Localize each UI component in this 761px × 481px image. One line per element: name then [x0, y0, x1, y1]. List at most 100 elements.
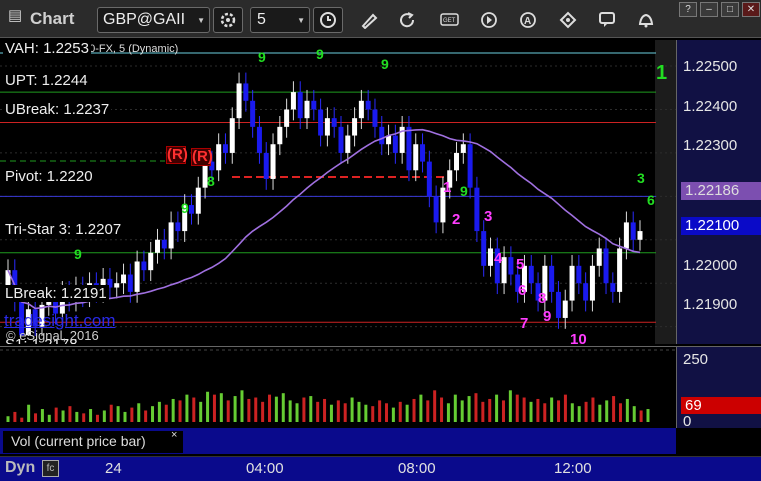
time-label: 08:00	[398, 460, 436, 477]
volume-plot[interactable]	[0, 346, 676, 428]
countdown-number: 1	[443, 179, 452, 196]
volume-chart	[0, 349, 676, 422]
volume-bar	[577, 406, 581, 422]
time-axis[interactable]: Dyn fc 24 04:00 08:00 12:00	[0, 456, 761, 481]
time-frame-button[interactable]	[313, 7, 343, 33]
refresh-icon[interactable]	[398, 11, 418, 29]
close-icon[interactable]: ×	[171, 429, 177, 441]
tag-icon[interactable]	[558, 11, 578, 29]
interval-selector[interactable]: 5 ▼	[250, 7, 310, 33]
setup-digit: 6	[647, 192, 655, 208]
volume-bar	[453, 394, 457, 422]
volume-bar	[240, 390, 244, 422]
volume-bar	[433, 390, 437, 422]
price-tick: 1.21900	[683, 296, 738, 313]
session-shade	[655, 40, 676, 344]
volume-bar	[550, 397, 554, 422]
setup-digit: 9	[74, 246, 82, 262]
chevron-down-icon[interactable]: ▼	[197, 16, 205, 25]
symbol-value: GBP@GAII	[103, 11, 186, 28]
candle-body	[188, 205, 194, 214]
volume-bar	[75, 411, 79, 422]
volume-tick: 0	[683, 413, 692, 430]
candle-body	[311, 100, 317, 110]
pencil-icon[interactable]	[359, 11, 379, 29]
volume-bar	[261, 401, 265, 422]
candle-body	[114, 283, 120, 288]
candle-body	[229, 118, 235, 153]
settings-gear-icon	[220, 12, 236, 28]
volume-bar	[130, 407, 134, 422]
candle-body	[358, 100, 364, 119]
close-button[interactable]: ✕	[742, 2, 760, 17]
volume-bar	[570, 403, 574, 422]
candle-body	[161, 239, 167, 249]
minimize-button[interactable]: –	[700, 2, 718, 17]
last-price-badge: 1.22100	[681, 217, 761, 235]
volume-study-label[interactable]: Vol (current price bar)	[3, 431, 183, 453]
countdown-number: 5	[516, 256, 525, 273]
volume-bar	[543, 403, 547, 422]
volume-bar	[364, 404, 368, 422]
volume-bar	[20, 417, 24, 422]
volume-bar	[646, 409, 650, 422]
candle-body	[168, 222, 174, 249]
dynamic-toggle-icon[interactable]: fc	[42, 460, 59, 477]
setup-digit: 9	[316, 46, 324, 62]
volume-bar	[27, 404, 31, 422]
candle-body	[555, 291, 561, 318]
volume-bar	[47, 414, 51, 422]
level-label-vah: VAH: 1.2253	[3, 40, 91, 57]
text-a-icon[interactable]: A	[519, 11, 537, 29]
countdown-number: 10	[570, 331, 587, 344]
volume-bar	[563, 394, 567, 422]
settings-gear-button[interactable]	[213, 7, 243, 33]
volume-bar	[185, 394, 189, 422]
candle-body	[345, 135, 351, 153]
price-plot[interactable]: GBP@GAIN A0-FX, 5 (Dynamic) VAH: 1.2253 …	[0, 40, 676, 344]
volume-bar	[34, 413, 38, 422]
level-label-upt: UPT: 1.2244	[3, 72, 90, 89]
candle-body	[297, 92, 303, 119]
bell-icon[interactable]	[636, 11, 656, 29]
price-tick: 1.22300	[683, 137, 738, 154]
play-icon[interactable]	[480, 11, 498, 29]
get-icon[interactable]: GET	[440, 12, 460, 28]
candle-body	[637, 231, 643, 240]
candle-body	[460, 144, 466, 153]
candle-body	[372, 109, 378, 127]
ma-value-badge: 1.22186	[681, 182, 761, 200]
volume-bar	[226, 400, 230, 422]
maximize-button[interactable]: □	[721, 2, 739, 17]
volume-axis[interactable]: 250 69 0	[676, 346, 761, 430]
volume-bar	[309, 396, 313, 422]
comment-icon[interactable]	[598, 11, 618, 29]
volume-bar	[302, 397, 306, 422]
volume-bar	[446, 403, 450, 422]
volume-bar	[460, 400, 464, 422]
dynamic-mode-label: Dyn	[5, 459, 36, 476]
help-button[interactable]: ?	[679, 2, 697, 17]
candle-body	[474, 187, 480, 232]
price-axis[interactable]: 1.22500 1.22400 1.22300 1.22000 1.21900 …	[676, 40, 761, 344]
candle-body	[195, 187, 201, 214]
symbol-selector[interactable]: GBP@GAII ▼	[97, 7, 210, 33]
candle-body	[352, 118, 358, 136]
price-tick: 1.22500	[683, 58, 738, 75]
candle-body	[284, 109, 290, 127]
volume-bar	[557, 400, 561, 422]
volume-bar	[625, 398, 629, 422]
candle-body	[243, 83, 249, 101]
candle-body	[175, 222, 181, 232]
volume-bar	[398, 401, 402, 422]
volume-bar	[508, 390, 512, 422]
volume-bar	[268, 394, 272, 422]
chevron-down-icon[interactable]: ▼	[297, 16, 305, 25]
volume-bar	[144, 410, 148, 422]
candle-body	[256, 126, 262, 153]
volume-bar	[598, 404, 602, 422]
volume-bar	[82, 413, 86, 422]
interval-value: 5	[257, 11, 266, 28]
candle-body	[630, 222, 636, 240]
svg-text:A: A	[524, 16, 531, 27]
